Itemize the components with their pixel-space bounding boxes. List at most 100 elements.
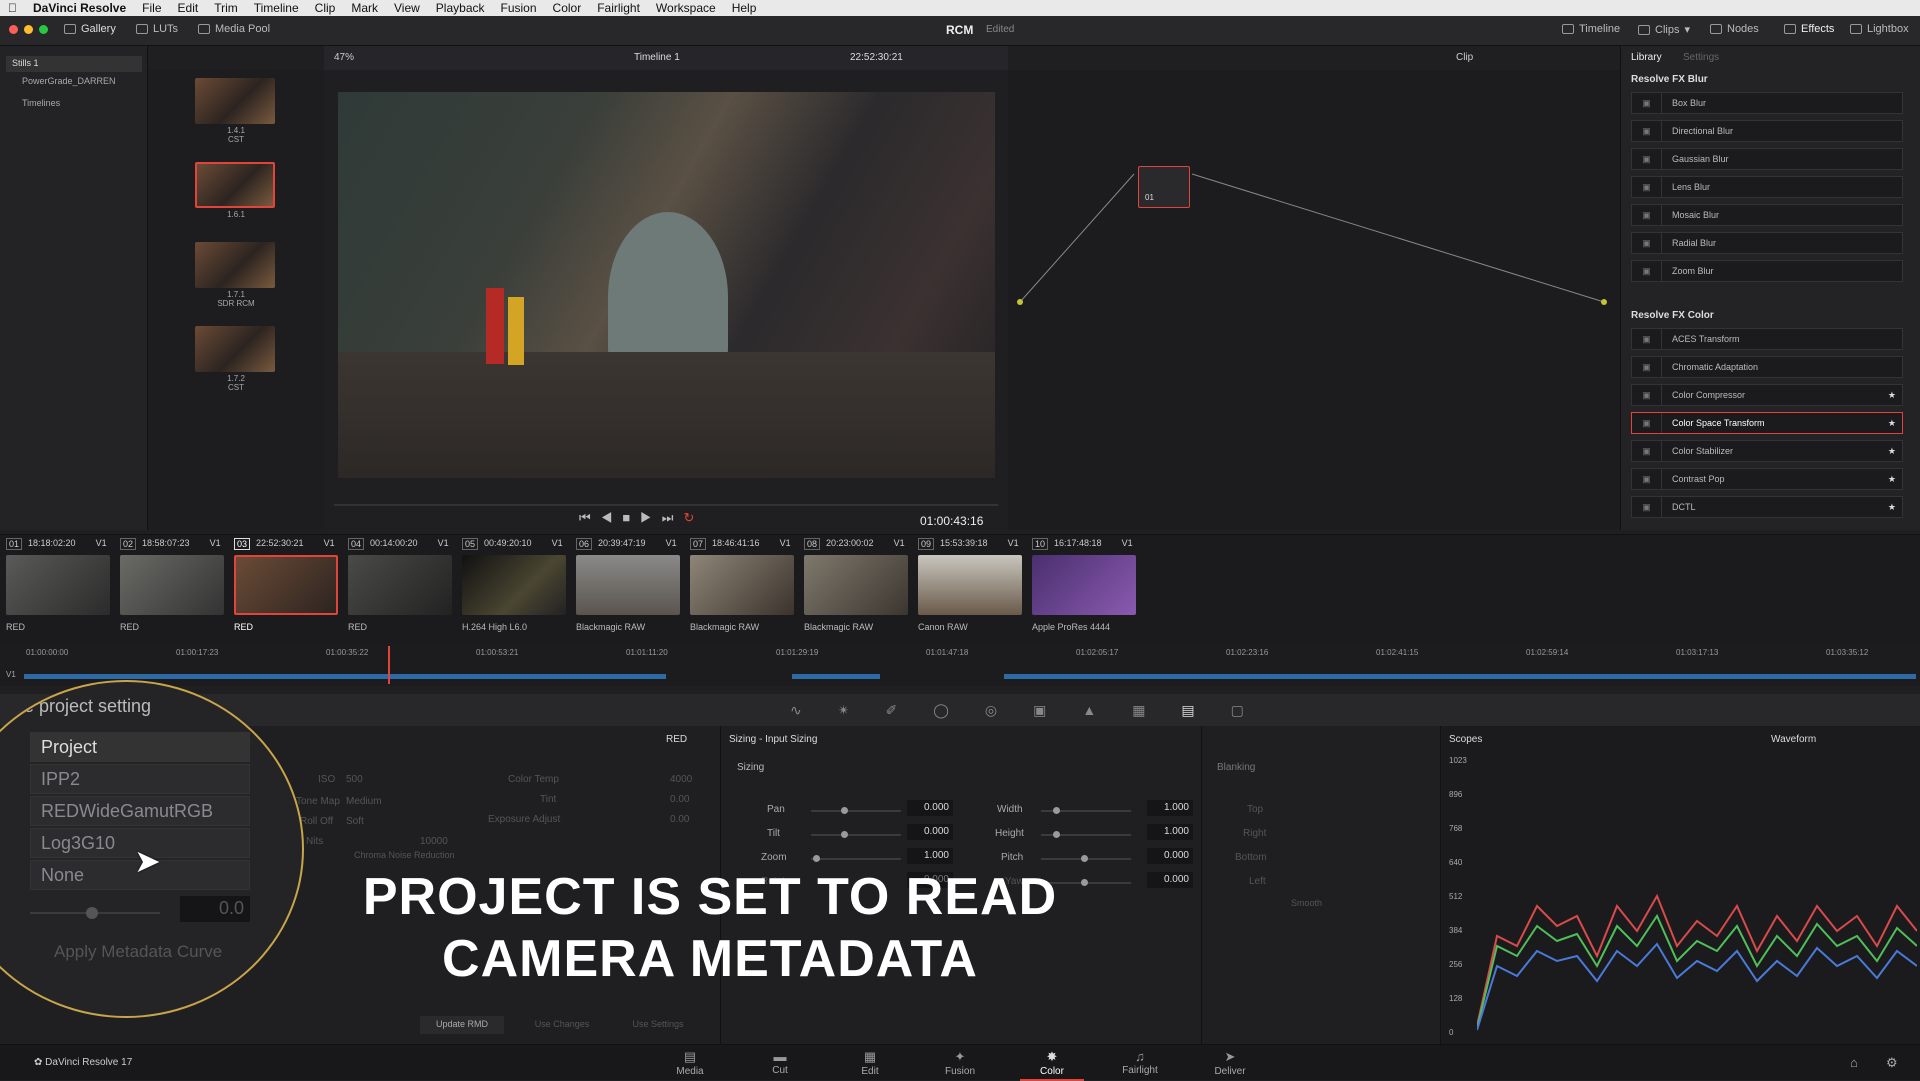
- pitch-value[interactable]: 0.000: [1147, 848, 1193, 864]
- sizing-icon[interactable]: ▤: [1181, 702, 1194, 719]
- menu-view[interactable]: View: [386, 1, 428, 15]
- page-fusion[interactable]: ✦ Fusion: [930, 1049, 990, 1077]
- viewer-image[interactable]: [338, 92, 995, 478]
- go-to-start-icon[interactable]: ⏮: [579, 510, 601, 525]
- still-thumbnail[interactable]: [195, 242, 275, 288]
- tone-map-value[interactable]: Medium: [346, 796, 382, 807]
- clip-thumbnail[interactable]: [804, 555, 908, 615]
- iso-value[interactable]: 500: [346, 774, 363, 785]
- magnified-slider-knob[interactable]: [86, 907, 98, 919]
- clip-thumbnail[interactable]: [576, 555, 680, 615]
- pitch-knob[interactable]: [1081, 855, 1088, 862]
- still-thumbnail[interactable]: [195, 78, 275, 124]
- color-warper-icon[interactable]: ✴: [838, 702, 850, 719]
- magic-mask-icon[interactable]: ▣: [1033, 702, 1046, 719]
- loop-icon[interactable]: ↻: [683, 510, 704, 525]
- gallery-button[interactable]: Gallery: [64, 23, 116, 35]
- curves-icon[interactable]: ∿: [790, 702, 802, 719]
- favorite-star-icon[interactable]: ★: [1888, 502, 1902, 513]
- timeline-toggle[interactable]: Timeline: [1562, 23, 1620, 35]
- width-knob[interactable]: [1053, 807, 1060, 814]
- tint-value[interactable]: 0.00: [670, 794, 689, 805]
- fx-radial-blur[interactable]: ▣ Radial Blur: [1631, 232, 1903, 254]
- tilt-slider[interactable]: [811, 834, 901, 836]
- clip-thumbnail[interactable]: [348, 555, 452, 615]
- scope-mode-selector[interactable]: Waveform: [1771, 734, 1816, 745]
- magnified-gamma-option[interactable]: IPP2: [30, 764, 250, 794]
- track-clips-segment[interactable]: [24, 674, 666, 679]
- nodes-toggle[interactable]: Nodes: [1710, 23, 1759, 35]
- zoom-window-button[interactable]: [39, 25, 48, 34]
- magnified-color-space-option[interactable]: REDWideGamutRGB: [30, 796, 250, 826]
- clip-thumbnail[interactable]: [6, 555, 110, 615]
- fx-mosaic-blur[interactable]: ▣ Mosaic Blur: [1631, 204, 1903, 226]
- update-rmd-button[interactable]: Update RMD: [420, 1016, 504, 1034]
- node-editor[interactable]: 01: [1008, 70, 1628, 530]
- clip-thumbnail[interactable]: [690, 555, 794, 615]
- track-clips-segment[interactable]: [792, 674, 880, 679]
- play-icon[interactable]: ▶: [640, 510, 662, 525]
- magnified-value[interactable]: 0.0: [180, 896, 250, 922]
- chroma-nr-checkbox[interactable]: Chroma Noise Reduction: [354, 850, 455, 860]
- go-to-end-icon[interactable]: ⏭: [662, 510, 684, 525]
- blur-icon[interactable]: ▲: [1082, 702, 1096, 719]
- zoom-slider[interactable]: [811, 858, 901, 860]
- serial-node-01[interactable]: 01: [1138, 166, 1190, 208]
- menu-fusion[interactable]: Fusion: [493, 1, 545, 15]
- key-icon[interactable]: ▦: [1132, 702, 1145, 719]
- height-value[interactable]: 1.000: [1147, 824, 1193, 840]
- fx-aces-transform[interactable]: ▣ ACES Transform: [1631, 328, 1903, 350]
- menu-workspace[interactable]: Workspace: [648, 1, 724, 15]
- use-changes-button[interactable]: Use Changes: [520, 1016, 604, 1034]
- pan-knob[interactable]: [841, 807, 848, 814]
- stop-icon[interactable]: ■: [622, 510, 640, 525]
- clip-mode-selector[interactable]: Clip: [1456, 52, 1473, 63]
- tracker-icon[interactable]: ◎: [985, 702, 997, 719]
- settings-gear-icon[interactable]: ⚙: [1886, 1055, 1898, 1071]
- album-stills-1[interactable]: Stills 1: [6, 56, 142, 72]
- fx-color-compressor[interactable]: ▣ Color Compressor ★: [1631, 384, 1903, 406]
- page-cut[interactable]: ▬ Cut: [750, 1049, 810, 1076]
- page-fairlight[interactable]: ♫ Fairlight: [1110, 1049, 1170, 1076]
- height-knob[interactable]: [1053, 831, 1060, 838]
- zoom-level[interactable]: 47%: [334, 52, 354, 63]
- zoom-knob[interactable]: [813, 855, 820, 862]
- fx-contrast-pop[interactable]: ▣ Contrast Pop ★: [1631, 468, 1903, 490]
- fx-box-blur[interactable]: ▣ Box Blur: [1631, 92, 1903, 114]
- album-powergrade[interactable]: PowerGrade_DARREN: [12, 76, 116, 86]
- fx-lens-blur[interactable]: ▣ Lens Blur: [1631, 176, 1903, 198]
- fx-color-space-transform[interactable]: ▣ Color Space Transform ★: [1631, 412, 1903, 434]
- tilt-knob[interactable]: [841, 831, 848, 838]
- luts-button[interactable]: LUTs: [136, 23, 178, 35]
- effects-toggle[interactable]: Effects: [1784, 23, 1834, 35]
- still-thumbnail[interactable]: [195, 326, 275, 372]
- clip-thumbnail[interactable]: [918, 555, 1022, 615]
- minimize-window-button[interactable]: [24, 25, 33, 34]
- page-media[interactable]: ▤ Media: [660, 1049, 720, 1077]
- section-resolve-fx-blur[interactable]: Resolve FX Blur: [1631, 74, 1708, 85]
- pan-slider[interactable]: [811, 810, 901, 812]
- clip-thumbnail[interactable]: [120, 555, 224, 615]
- menu-timeline[interactable]: Timeline: [246, 1, 307, 15]
- menu-color[interactable]: Color: [545, 1, 590, 15]
- favorite-star-icon[interactable]: ★: [1888, 418, 1902, 429]
- width-value[interactable]: 1.000: [1147, 800, 1193, 816]
- still-thumbnail[interactable]: [195, 162, 275, 208]
- color-temp-value[interactable]: 4000: [670, 774, 692, 785]
- playhead[interactable]: [388, 646, 390, 684]
- favorite-star-icon[interactable]: ★: [1888, 474, 1902, 485]
- pan-value[interactable]: 0.000: [907, 800, 953, 816]
- tab-library[interactable]: Library: [1631, 52, 1662, 63]
- use-settings-button[interactable]: Use Settings: [616, 1016, 700, 1034]
- menu-edit[interactable]: Edit: [170, 1, 207, 15]
- window-icon[interactable]: ◯: [933, 702, 949, 719]
- magnified-apply-metadata-curve[interactable]: Apply Metadata Curve: [54, 942, 222, 962]
- smooth-checkbox[interactable]: Smooth: [1291, 898, 1322, 908]
- lightbox-toggle[interactable]: Lightbox: [1850, 23, 1909, 35]
- clip-thumbnail[interactable]: [462, 555, 566, 615]
- clip-thumbnail[interactable]: [1032, 555, 1136, 615]
- clips-toggle[interactable]: Clips ▾: [1638, 23, 1690, 36]
- roll-off-value[interactable]: Soft: [346, 816, 364, 827]
- section-resolve-fx-color[interactable]: Resolve FX Color: [1631, 310, 1714, 321]
- fx-chromatic-adaptation[interactable]: ▣ Chromatic Adaptation: [1631, 356, 1903, 378]
